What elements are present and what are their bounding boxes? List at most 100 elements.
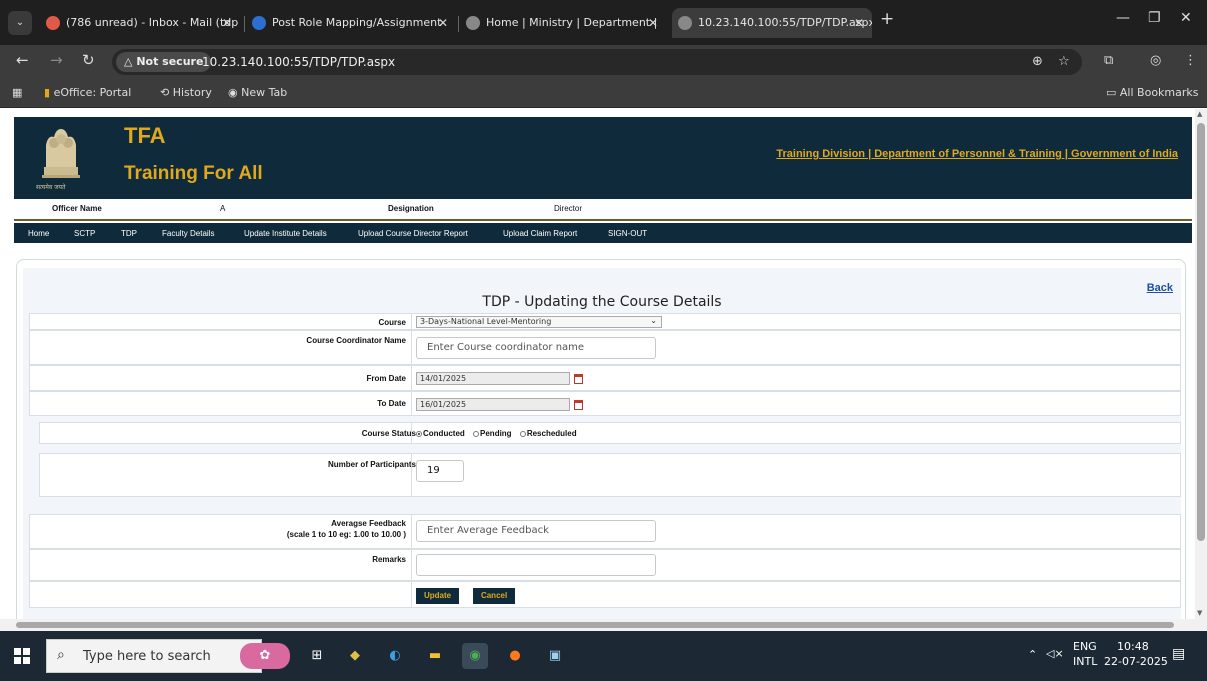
restore-icon[interactable]: ❐ [1148,10,1161,26]
minimize-icon[interactable]: — [1116,10,1130,26]
more-menu-icon[interactable]: ⋮ [1184,53,1197,68]
nav-sctp[interactable]: SCTP [74,229,95,238]
designation-value: Director [554,204,583,213]
app-icon[interactable]: ▣ [542,643,568,669]
nav-tdp[interactable]: TDP [121,229,137,238]
horizontal-scroll-thumb[interactable] [16,622,1174,628]
zoom-icon[interactable]: ⊕ [1032,54,1043,69]
back-link[interactable]: Back [1147,282,1173,294]
tray-expand-icon[interactable]: ⌃ [1028,648,1037,661]
bookmark-star-icon[interactable]: ☆ [1058,54,1070,69]
calendar-icon[interactable] [574,374,583,384]
new-tab-button[interactable]: + [880,9,894,29]
windows-start-icon[interactable] [14,648,30,664]
national-emblem-logo [32,123,90,189]
close-icon[interactable]: ✕ [222,8,232,38]
warning-icon: △ [124,55,133,68]
site-header: सत्यमेव जयते TFA Training For All Traini… [14,117,1192,199]
back-arrow-icon[interactable]: ← [16,51,29,69]
radio-icon[interactable] [473,431,480,437]
volume-muted-icon[interactable]: ◁× [1046,647,1064,660]
vertical-scroll-thumb[interactable] [1197,123,1205,541]
close-icon[interactable]: ✕ [648,8,658,38]
copilot-icon[interactable]: ◆ [342,643,368,669]
not-secure-badge[interactable]: △ Not secure [116,52,212,72]
radio-icon[interactable] [519,431,526,437]
bookmark-history[interactable]: ⟲ History [160,86,212,99]
participants-input[interactable]: 19 [416,460,464,482]
notification-icon[interactable]: ▤ [1172,646,1185,662]
extensions-icon[interactable]: ⧉ [1104,53,1113,68]
site-logo-title: TFA [124,123,166,148]
firefox-icon[interactable]: ● [502,643,528,669]
lang-line2[interactable]: INTL [1073,655,1097,668]
cancel-button[interactable]: Cancel [472,588,516,604]
file-explorer-icon[interactable]: ▬ [422,643,448,669]
from-date-row: From Date 14/01/2025 [29,365,1181,391]
department-link[interactable]: Training Division | Department of Person… [776,148,1178,160]
status-pending[interactable]: Pending [473,429,512,438]
bookmarks-bar: ▦ ▮ eOffice: Portal ⟲ History ◉ New Tab … [0,78,1207,108]
to-date-input[interactable]: 16/01/2025 [416,398,570,411]
widgets-brain-icon[interactable]: ✿ [240,643,290,669]
globe-icon [252,16,266,30]
close-window-icon[interactable]: ✕ [1180,10,1192,26]
update-button[interactable]: Update [416,588,460,604]
forward-arrow-icon[interactable]: → [50,51,63,69]
horizontal-scrollbar[interactable] [0,619,1195,631]
vertical-scrollbar[interactable]: ▲ ▼ [1195,109,1207,631]
nav-home[interactable]: Home [28,229,49,238]
feedback-input[interactable]: Enter Average Feedback [416,520,656,542]
officer-info-bar: Officer Name A Designation Director [14,199,1192,221]
edge-icon[interactable]: ◐ [382,643,408,669]
apps-grid-icon[interactable]: ▦ [12,86,22,99]
globe-icon [466,16,480,30]
close-icon[interactable]: ✕ [438,8,448,38]
from-date-input[interactable]: 14/01/2025 [416,372,570,385]
url-text[interactable]: 10.23.140.100:55/TDP/TDP.aspx [202,49,395,75]
nav-upload-claim-report[interactable]: Upload Claim Report [503,229,577,238]
status-rescheduled[interactable]: Rescheduled [519,429,577,438]
nav-sign-out[interactable]: SIGN-OUT [608,229,647,238]
user-icon: ▮ [44,86,51,99]
calendar-icon[interactable] [574,400,583,410]
page-viewport: सत्यमेव जयते TFA Training For All Traini… [0,109,1207,631]
remarks-input[interactable] [416,554,656,576]
lang-line1[interactable]: ENG [1073,640,1097,653]
task-view-icon[interactable]: ⊞ [304,643,330,669]
radio-icon[interactable] [416,431,422,437]
clock-date[interactable]: 22-07-2025 [1104,655,1168,668]
bookmark-eoffice[interactable]: ▮ eOffice: Portal [44,86,131,99]
course-select[interactable]: 3-Days-National Level-Mentoring ⌄ [416,316,662,328]
tab-tdp[interactable]: 10.23.140.100:55/TDP/TDP.aspx ✕ [672,8,872,38]
nav-update-institute[interactable]: Update Institute Details [244,229,327,238]
reload-icon[interactable]: ↻ [82,51,95,69]
officer-name-value: A [220,204,226,213]
search-icon: ⌕ [57,647,65,663]
officer-name-label: Officer Name [52,204,102,213]
bookmark-new-tab[interactable]: ◉ New Tab [228,86,287,99]
taskbar-search[interactable]: ⌕ Type here to search [46,639,262,673]
status-conducted[interactable]: Conducted [416,429,465,438]
tab-search-button[interactable]: ⌄ [8,11,32,35]
coordinator-row: Course Coordinator Name Enter Course coo… [29,330,1181,365]
address-bar[interactable]: △ Not secure 10.23.140.100:55/TDP/TDP.as… [112,49,1082,75]
tab-ministry-home[interactable]: Home | Ministry | Department | ✕ [460,8,666,38]
feedback-scale-hint: (scale 1 to 10 eg: 1.00 to 10.00 ) [286,530,406,539]
course-row: Course 3-Days-National Level-Mentoring ⌄ [29,313,1181,330]
clock-time[interactable]: 10:48 [1117,640,1149,653]
nav-upload-director-report[interactable]: Upload Course Director Report [358,229,468,238]
nav-faculty-details[interactable]: Faculty Details [162,229,214,238]
coordinator-name-input[interactable]: Enter Course coordinator name [416,337,656,359]
profile-icon[interactable]: ◎ [1150,53,1161,68]
form-container: Back TDP - Updating the Course Details C… [23,268,1181,631]
designation-label: Designation [388,204,434,213]
tab-mail[interactable]: (786 unread) - Inbox - Mail (tdp ✕ [40,8,240,38]
emblem-caption: सत्यमेव जयते [36,184,66,191]
tab-post-role[interactable]: Post Role Mapping/Assignment ✕ [246,8,456,38]
action-row: Update Cancel [29,581,1181,608]
close-icon[interactable]: ✕ [854,8,864,38]
all-bookmarks[interactable]: ▭ All Bookmarks [1106,86,1199,99]
chrome-icon[interactable]: ◉ [462,643,488,669]
status-label: Course Status [361,429,416,438]
